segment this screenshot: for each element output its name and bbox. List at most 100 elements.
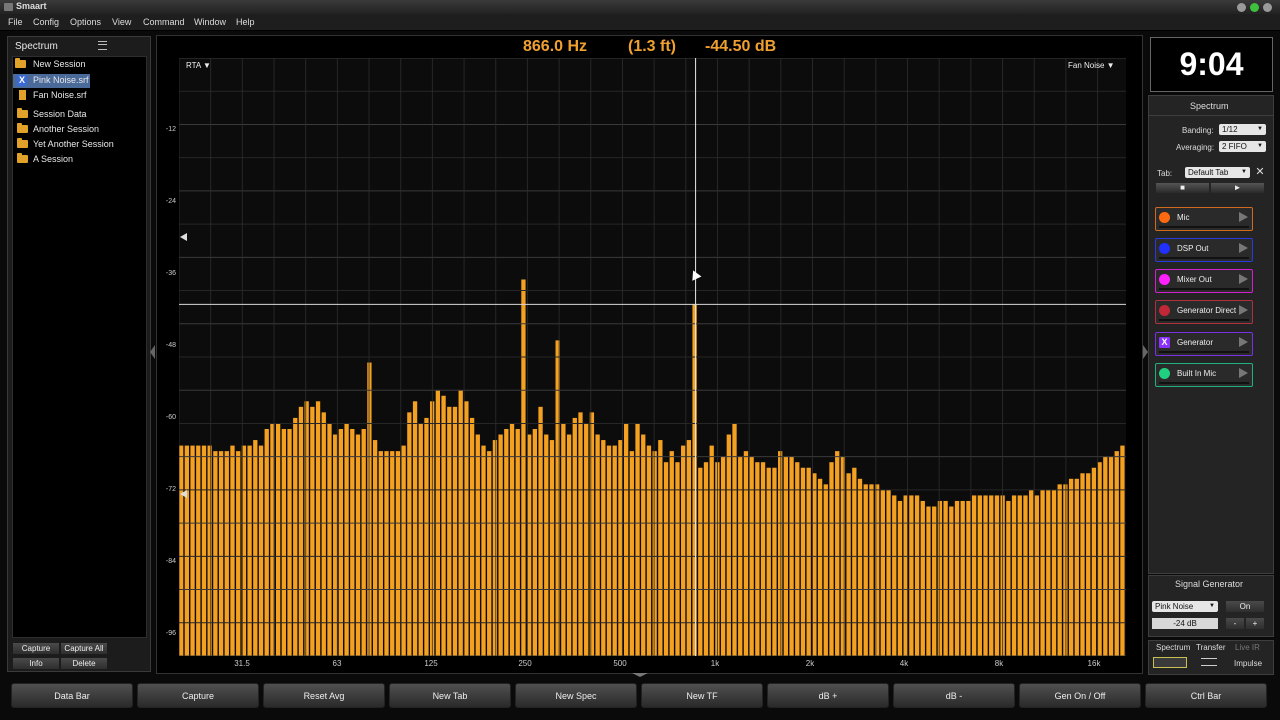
minimize-button[interactable] [1237, 3, 1246, 12]
trace-dropdown[interactable]: Fan Noise ▼ [1068, 61, 1115, 70]
stop-button[interactable]: ■ [1156, 183, 1209, 193]
level-down-button[interactable]: - [1226, 618, 1244, 629]
close-button[interactable] [1263, 3, 1272, 12]
menu-help[interactable]: Help [236, 17, 255, 27]
spectrum-bar [669, 451, 674, 656]
spectrum-view-icon[interactable] [1153, 657, 1187, 668]
tab-value: Default Tab [1188, 168, 1229, 177]
list-item-new-session[interactable]: New Session [13, 58, 146, 72]
menu-command[interactable]: Command [143, 17, 185, 27]
generator-on-button[interactable]: On [1226, 601, 1264, 612]
channel-generator-direct[interactable]: Generator Direct [1155, 300, 1253, 324]
menu-config[interactable]: Config [33, 17, 59, 27]
channel-mixer-out[interactable]: Mixer Out [1155, 269, 1253, 293]
channel-generator[interactable]: X Generator [1155, 332, 1253, 356]
capture-button[interactable]: Capture [13, 643, 59, 654]
y-tick: -96 [165, 630, 176, 637]
new-tf-button[interactable]: New TF [641, 683, 763, 708]
play-icon[interactable] [1239, 337, 1248, 347]
channel-mic[interactable]: Mic [1155, 207, 1253, 231]
x-tick: 125 [424, 659, 438, 668]
spectrum-bar [937, 500, 943, 656]
capture-all-button[interactable]: Capture All [61, 643, 107, 654]
level-up-button[interactable]: + [1246, 618, 1264, 629]
panel-menu-icon[interactable] [98, 41, 107, 50]
spectrum-bar [966, 500, 971, 656]
list-item-yet-another-session[interactable]: Yet Another Session [13, 138, 146, 152]
list-item-pink-noise[interactable]: X Pink Noise.srf [13, 74, 90, 88]
spectrum-bar [652, 451, 657, 656]
list-item-session-data[interactable]: Session Data [13, 108, 146, 122]
collapse-left-icon[interactable] [150, 345, 155, 359]
spectrum-bar [989, 495, 994, 656]
readout-distance: (1.3 ft) [628, 38, 676, 55]
threshold-marker-icon[interactable] [180, 233, 187, 241]
spectrum-bar [572, 417, 577, 656]
db-plus-button[interactable]: dB + [767, 683, 889, 708]
data-bar-button[interactable]: Data Bar [11, 683, 133, 708]
play-icon[interactable] [1239, 274, 1248, 284]
ref-marker-icon[interactable] [180, 490, 187, 498]
spectrum-bar [686, 440, 692, 656]
banding-dropdown[interactable]: 1/12 ▼ [1219, 124, 1266, 135]
menu-file[interactable]: File [8, 17, 23, 27]
tab-live-ir[interactable]: Live IR [1235, 643, 1260, 652]
capture-toolbar-button[interactable]: Capture [137, 683, 259, 708]
spectrum-bar [1074, 478, 1079, 656]
y-tick: -72 [165, 486, 176, 493]
reset-avg-button[interactable]: Reset Avg [263, 683, 385, 708]
spectrum-plot[interactable] [179, 58, 1126, 656]
play-button[interactable]: ► [1211, 183, 1264, 193]
menu-view[interactable]: View [112, 17, 131, 27]
averaging-dropdown[interactable]: 2 FIFO ▼ [1219, 141, 1266, 152]
maximize-button[interactable] [1250, 3, 1259, 12]
menu-options[interactable]: Options [70, 17, 101, 27]
spectrum-bar [623, 423, 629, 656]
menu-window[interactable]: Window [194, 17, 226, 27]
folder-icon [17, 153, 28, 163]
play-icon[interactable] [1239, 212, 1248, 222]
rta-mode-dropdown[interactable]: RTA ▼ [186, 61, 211, 70]
spectrum-bar [481, 445, 486, 656]
tab-transfer[interactable]: Transfer [1196, 643, 1226, 652]
tab-impulse[interactable]: Impulse [1234, 659, 1262, 668]
y-tick: -48 [165, 342, 176, 349]
spectrum-bar [224, 451, 229, 656]
tools-icon[interactable]: ✕ [1254, 166, 1266, 178]
channel-dsp-out[interactable]: DSP Out [1155, 238, 1253, 262]
generator-level-field[interactable]: -24 dB [1152, 618, 1218, 629]
db-minus-button[interactable]: dB - [893, 683, 1015, 708]
spectrum-bar [1068, 478, 1074, 656]
spectrum-bar [629, 451, 634, 656]
play-icon[interactable] [1239, 368, 1248, 378]
channel-built-in-mic[interactable]: Built In Mic [1155, 363, 1253, 387]
spectrum-bar [846, 473, 851, 656]
list-item-label: Another Session [33, 124, 100, 134]
spectrum-bar [698, 467, 703, 656]
generator-type-dropdown[interactable]: Pink Noise ▼ [1152, 601, 1218, 612]
list-item-another-session[interactable]: Another Session [13, 123, 146, 137]
spectrum-bar [1051, 489, 1057, 656]
new-tab-button[interactable]: New Tab [389, 683, 511, 708]
x-tick: 16k [1087, 659, 1101, 668]
info-button[interactable]: Info [13, 658, 59, 669]
list-item-fan-noise[interactable]: Fan Noise.srf [13, 89, 146, 103]
delete-button[interactable]: Delete [61, 658, 107, 669]
close-icon[interactable]: X [1159, 337, 1170, 348]
spectrum-bar [618, 440, 623, 656]
split-view-icon[interactable] [1201, 658, 1217, 666]
gen-on-off-button[interactable]: Gen On / Off [1019, 683, 1141, 708]
channel-color-icon [1159, 243, 1170, 254]
list-item-label: Yet Another Session [33, 139, 114, 149]
tab-spectrum[interactable]: Spectrum [1156, 643, 1190, 652]
list-item-a-session[interactable]: A Session [13, 153, 146, 167]
play-icon[interactable] [1239, 305, 1248, 315]
spectrum-bar [1029, 489, 1034, 656]
new-spec-button[interactable]: New Spec [515, 683, 637, 708]
tab-dropdown[interactable]: Default Tab ▼ [1185, 167, 1250, 178]
ctrl-bar-button[interactable]: Ctrl Bar [1145, 683, 1267, 708]
close-icon[interactable]: X [17, 75, 27, 86]
play-icon[interactable] [1239, 243, 1248, 253]
spectrum-bar [1057, 484, 1062, 656]
spectrum-bar [663, 462, 669, 656]
